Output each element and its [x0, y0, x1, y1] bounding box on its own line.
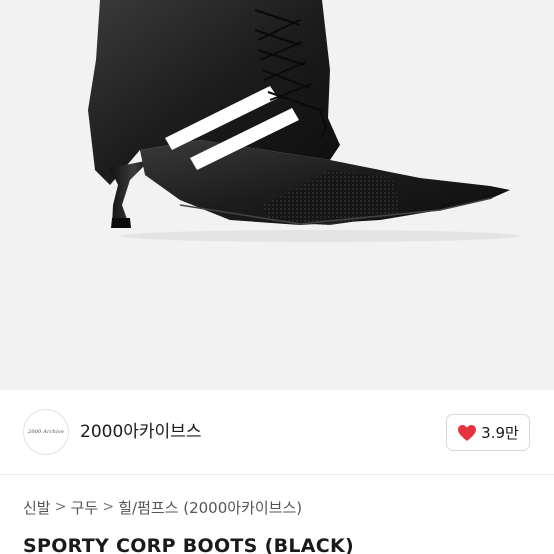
- breadcrumb-item-shoes[interactable]: 신발: [23, 497, 51, 518]
- divider: [0, 474, 554, 475]
- shop-name[interactable]: 2000아카이브스: [80, 420, 201, 444]
- shop-logo-text: 2000 Archive: [27, 429, 65, 435]
- breadcrumb-item-dress-shoes[interactable]: 구두: [71, 497, 99, 518]
- shop-bar: 2000 Archive 2000아카이브스 3.9만: [0, 390, 554, 474]
- shop-avatar[interactable]: 2000 Archive: [23, 409, 69, 455]
- chevron-right-icon: >: [102, 499, 115, 515]
- chevron-right-icon: >: [54, 499, 67, 515]
- breadcrumb-item-heels-pumps[interactable]: 힐/펌프스 (2000아카이브스): [118, 497, 302, 518]
- product-image[interactable]: [0, 0, 554, 390]
- heart-icon: [458, 424, 477, 441]
- like-button[interactable]: 3.9만: [446, 414, 530, 451]
- boot-image: [88, 0, 520, 242]
- like-count: 3.9만: [481, 424, 519, 442]
- product-title: SPORTY CORP BOOTS (BLACK): [23, 535, 355, 554]
- breadcrumb: 신발 > 구두 > 힐/펌프스 (2000아카이브스): [23, 496, 302, 518]
